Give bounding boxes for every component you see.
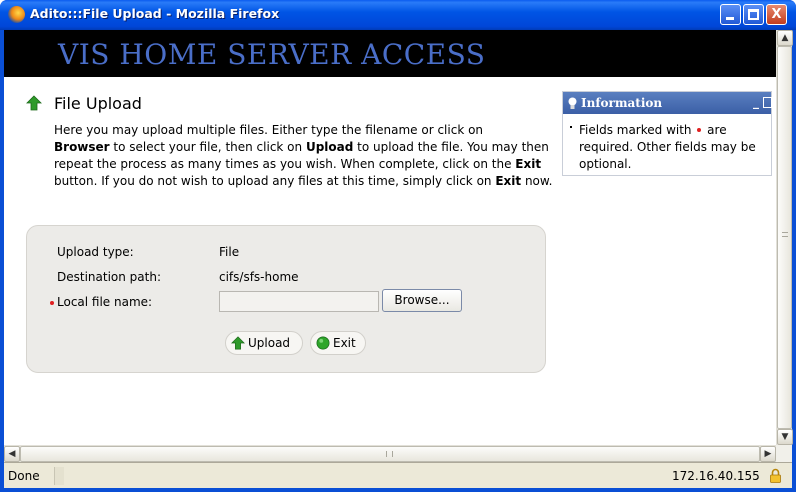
intro-part-2: to select your file, then click on: [109, 140, 306, 154]
firefox-icon: [8, 6, 25, 23]
scroll-up-icon[interactable]: ▲: [777, 30, 793, 46]
exit-button[interactable]: Exit: [310, 331, 366, 355]
scrollbar-corner: [776, 445, 792, 462]
scroll-left-icon[interactable]: ◀: [4, 446, 20, 462]
green-circle-icon: [316, 336, 330, 350]
scroll-right-icon[interactable]: ▶: [760, 446, 776, 462]
maximize-icon: [748, 9, 759, 20]
scroll-down-icon[interactable]: ▼: [777, 429, 793, 445]
information-text: Fields marked with are required. Other f…: [579, 122, 767, 173]
destination-path-label: Destination path:: [57, 270, 161, 284]
upload-form-panel: Upload type: File Destination path: cifs…: [26, 225, 546, 373]
grip-icon: [782, 232, 788, 237]
minimize-icon: [726, 17, 734, 20]
up-arrow-icon: [26, 95, 42, 111]
bullet-icon: [570, 126, 572, 128]
minimize-button[interactable]: [720, 4, 741, 25]
close-button[interactable]: X: [766, 4, 787, 25]
padlock-icon[interactable]: [770, 468, 781, 483]
title-bar[interactable]: Adito:::File Upload - Mozilla Firefox X: [0, 0, 796, 30]
close-icon: X: [771, 7, 782, 22]
information-title: Information: [581, 96, 663, 110]
intro-part-5: now.: [521, 174, 553, 188]
horizontal-scrollbar[interactable]: ◀ ▶: [4, 445, 776, 462]
banner: VIS HOME SERVER ACCESS: [4, 30, 776, 77]
page-title: File Upload: [54, 94, 142, 113]
upload-type-value: File: [219, 245, 240, 259]
up-arrow-icon: [231, 336, 245, 350]
browse-button[interactable]: Browse...: [382, 289, 462, 312]
vertical-scroll-thumb[interactable]: [777, 46, 792, 429]
grip-icon: [386, 451, 393, 457]
destination-path-value: cifs/sfs-home: [219, 270, 299, 284]
upload-button-label: Upload: [248, 336, 291, 350]
upload-button[interactable]: Upload: [225, 331, 303, 355]
exit-button-label: Exit: [333, 336, 356, 350]
upload-type-label: Upload type:: [57, 245, 134, 259]
required-dot-icon: [697, 127, 702, 132]
required-indicator: [50, 301, 54, 305]
page-viewport: VIS HOME SERVER ACCESS File Upload Here …: [4, 30, 776, 445]
intro-part-4: button. If you do not wish to upload any…: [54, 174, 496, 188]
status-text: Done: [8, 469, 40, 483]
status-bar: Done 172.16.40.155: [4, 462, 792, 488]
local-file-name-label: Local file name:: [57, 295, 153, 309]
intro-part-1: Here you may upload multiple files. Eith…: [54, 123, 484, 137]
maximize-button[interactable]: [743, 4, 764, 25]
lightbulb-icon: [568, 97, 577, 109]
panel-minimize-icon[interactable]: _: [753, 95, 759, 109]
intro-text: Here you may upload multiple files. Eith…: [54, 122, 554, 190]
status-host: 172.16.40.155: [672, 469, 760, 483]
intro-exit-word-2: Exit: [495, 174, 522, 188]
panel-close-icon[interactable]: [763, 97, 772, 108]
status-divider: [54, 467, 64, 485]
intro-upload-word: Upload: [305, 140, 354, 154]
intro-exit-word: Exit: [515, 157, 542, 171]
vertical-scrollbar[interactable]: ▲ ▼: [776, 30, 793, 445]
intro-browser-word: Browser: [54, 140, 110, 154]
window-title: Adito:::File Upload - Mozilla Firefox: [30, 6, 280, 21]
local-file-input[interactable]: [219, 291, 379, 312]
banner-title: VIS HOME SERVER ACCESS: [58, 38, 486, 71]
info-text-before: Fields marked with: [579, 123, 696, 137]
horizontal-scroll-thumb[interactable]: [20, 446, 760, 462]
information-panel: Information _ Fields marked with are req…: [562, 91, 772, 176]
information-panel-header: Information _: [563, 92, 772, 114]
